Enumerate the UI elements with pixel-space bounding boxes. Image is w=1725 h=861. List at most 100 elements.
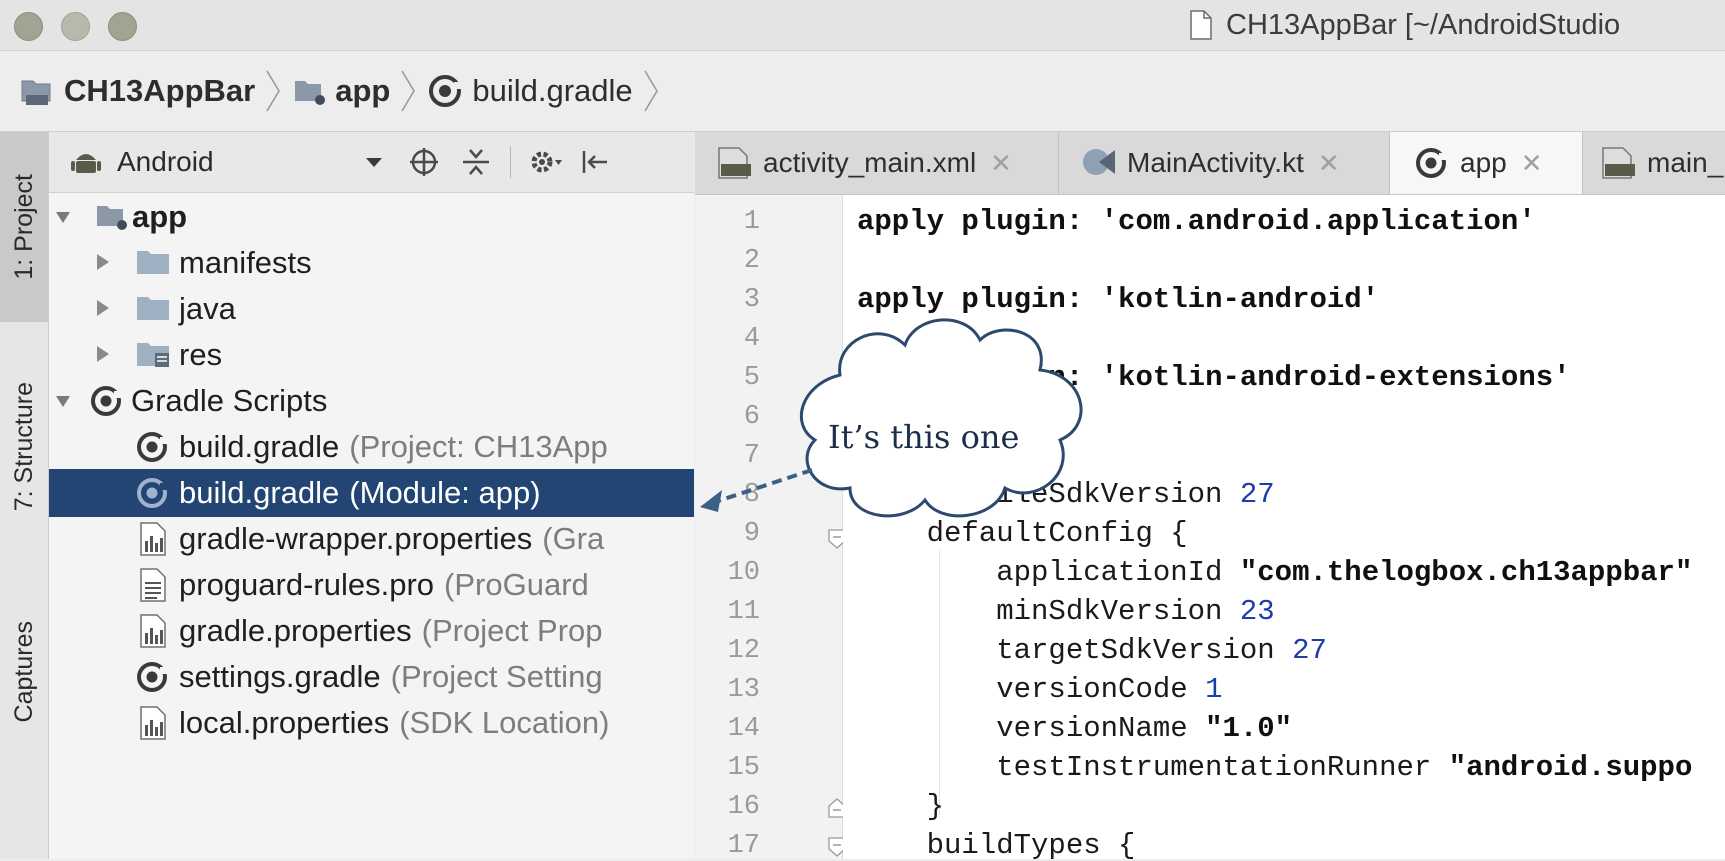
project-tree: app manifests java res Gradle Scripts bu… xyxy=(49,193,694,859)
module-folder-icon xyxy=(97,206,127,230)
xml-file-icon xyxy=(1602,147,1635,179)
tree-item-app[interactable]: app xyxy=(49,193,694,241)
xml-file-icon xyxy=(718,147,751,179)
code-line-1: apply plugin: 'com.android.application' xyxy=(857,205,1536,238)
res-folder-icon xyxy=(137,343,169,367)
hide-panel-icon[interactable] xyxy=(579,146,611,178)
window-title: CH13AppBar [~/AndroidStudio xyxy=(1190,8,1620,42)
tree-item-proguard-rules[interactable]: proguard-rules.pro (ProGuard xyxy=(49,561,694,609)
tree-item-hint: (Gra xyxy=(542,521,605,556)
tab-mainactivity-kt[interactable]: MainActivity.kt ✕ xyxy=(1059,132,1390,194)
code-line-11: minSdkVersion 23 xyxy=(857,595,1275,628)
properties-file-icon xyxy=(140,614,166,648)
collapse-arrow-icon[interactable] xyxy=(95,299,111,317)
android-icon xyxy=(71,154,101,173)
tree-item-gradle-properties[interactable]: gradle.properties (Project Prop xyxy=(49,607,694,655)
tree-item-hint: (Project Prop xyxy=(421,613,603,648)
code-editor[interactable]: apply plugin: 'com.android.application' … xyxy=(843,195,1725,859)
code-line-12: targetSdkVersion 27 xyxy=(857,634,1327,667)
tree-item-label: proguard-rules.pro xyxy=(179,567,435,602)
dropdown-arrow-icon[interactable] xyxy=(364,155,384,169)
minimize-window-button[interactable] xyxy=(61,12,90,41)
code-line-8: compileSdkVersion 27 xyxy=(857,478,1275,511)
tree-item-local-properties[interactable]: local.properties (SDK Location) xyxy=(49,699,694,747)
code-line-17: buildTypes { xyxy=(857,829,1136,859)
zoom-window-button[interactable] xyxy=(108,12,137,41)
line-number: 1 xyxy=(743,207,760,237)
breadcrumb-module-label: app xyxy=(335,73,391,108)
tab-activity-main-xml[interactable]: activity_main.xml ✕ xyxy=(695,132,1059,194)
tree-item-build-gradle-project[interactable]: build.gradle (Project: CH13App xyxy=(49,423,694,471)
line-number: 2 xyxy=(743,246,760,276)
tree-item-label: local.properties xyxy=(179,705,390,740)
gradle-file-icon xyxy=(137,478,168,508)
tool-tab-captures[interactable]: Captures xyxy=(0,572,48,772)
breadcrumb-separator-icon xyxy=(401,70,416,112)
line-number: 15 xyxy=(727,753,760,783)
tree-item-label: build.gradle xyxy=(179,429,340,464)
line-number: 8 xyxy=(743,480,760,510)
document-icon xyxy=(1190,10,1212,40)
tool-tab-structure[interactable]: 7: Structure xyxy=(0,342,48,552)
tree-item-java[interactable]: java xyxy=(49,285,694,333)
tree-item-label: res xyxy=(179,337,223,372)
code-line-3: apply plugin: 'kotlin-android' xyxy=(857,283,1380,316)
tree-item-label: app xyxy=(132,199,188,234)
gradle-file-icon xyxy=(137,662,168,692)
breadcrumb-project-label: CH13AppBar xyxy=(64,73,256,108)
tree-item-label: Gradle Scripts xyxy=(131,383,328,418)
breadcrumb: CH13AppBar app build.gradle xyxy=(0,51,1725,132)
tree-item-hint: (Project: CH13App xyxy=(349,429,608,464)
tool-tab-captures-label: Captures xyxy=(9,621,38,723)
collapse-arrow-icon[interactable] xyxy=(95,253,111,271)
folder-icon xyxy=(137,251,169,274)
tree-item-res[interactable]: res xyxy=(49,331,694,379)
tree-item-manifests[interactable]: manifests xyxy=(49,239,694,287)
tool-tab-project-label: 1: Project xyxy=(9,174,38,280)
tree-item-label: manifests xyxy=(179,245,312,280)
breadcrumb-project[interactable]: CH13AppBar xyxy=(20,73,255,109)
line-number: 11 xyxy=(727,597,760,627)
editor-gutter: 1 2 3 4 5 6 7 8 9 10 11 12 13 14 15 16 1… xyxy=(695,195,846,861)
tab-app[interactable]: app ✕ xyxy=(1390,132,1583,194)
expand-arrow-icon[interactable] xyxy=(55,209,71,225)
project-panel-toolbar: Android xyxy=(49,132,694,193)
tool-window-stripe: 1: Project 7: Structure Captures xyxy=(0,132,49,859)
line-number: 7 xyxy=(743,441,760,471)
tree-item-gradle-wrapper-properties[interactable]: gradle-wrapper.properties (Gra xyxy=(49,515,694,563)
toolbar-divider xyxy=(509,146,511,178)
code-line-9: defaultConfig { xyxy=(857,517,1188,550)
tab-label: app xyxy=(1460,147,1507,178)
callout-text: It’s this one xyxy=(828,418,1020,456)
close-tab-icon[interactable]: ✕ xyxy=(1318,148,1340,179)
code-line-10: applicationId "com.thelogbox.ch13appbar" xyxy=(857,556,1693,589)
close-tab-icon[interactable]: ✕ xyxy=(1521,148,1543,179)
line-number: 10 xyxy=(727,558,760,588)
collapse-arrow-icon[interactable] xyxy=(95,345,111,363)
breadcrumb-module[interactable]: app xyxy=(293,73,390,109)
tree-item-build-gradle-module[interactable]: build.gradle (Module: app) xyxy=(49,469,694,517)
gear-icon[interactable] xyxy=(529,146,563,178)
tab-label: MainActivity.kt xyxy=(1127,147,1304,178)
tool-tab-project[interactable]: 1: Project xyxy=(0,132,48,322)
tree-item-settings-gradle[interactable]: settings.gradle (Project Setting xyxy=(49,653,694,701)
window-title-text: CH13AppBar [~/AndroidStudio xyxy=(1226,8,1621,41)
editor-tabs: activity_main.xml ✕ MainActivity.kt ✕ ap… xyxy=(695,132,1725,195)
window-title-bar: CH13AppBar [~/AndroidStudio xyxy=(0,0,1725,51)
view-selector[interactable]: Android xyxy=(117,146,214,178)
line-number: 3 xyxy=(743,285,760,315)
close-tab-icon[interactable]: ✕ xyxy=(990,148,1012,179)
tab-main[interactable]: main_ xyxy=(1583,132,1725,194)
properties-file-icon xyxy=(140,522,166,556)
collapse-all-icon[interactable] xyxy=(460,146,492,178)
close-window-button[interactable] xyxy=(14,12,43,41)
tree-item-gradle-scripts[interactable]: Gradle Scripts xyxy=(49,377,694,425)
tree-item-hint: (ProGuard xyxy=(444,567,589,602)
line-number: 4 xyxy=(743,324,760,354)
line-number: 12 xyxy=(727,636,760,666)
locate-icon[interactable] xyxy=(408,146,440,178)
code-line-13: versionCode 1 xyxy=(857,673,1223,706)
expand-arrow-icon[interactable] xyxy=(55,393,71,409)
breadcrumb-file[interactable]: build.gradle xyxy=(428,73,633,109)
text-file-icon xyxy=(140,568,166,602)
